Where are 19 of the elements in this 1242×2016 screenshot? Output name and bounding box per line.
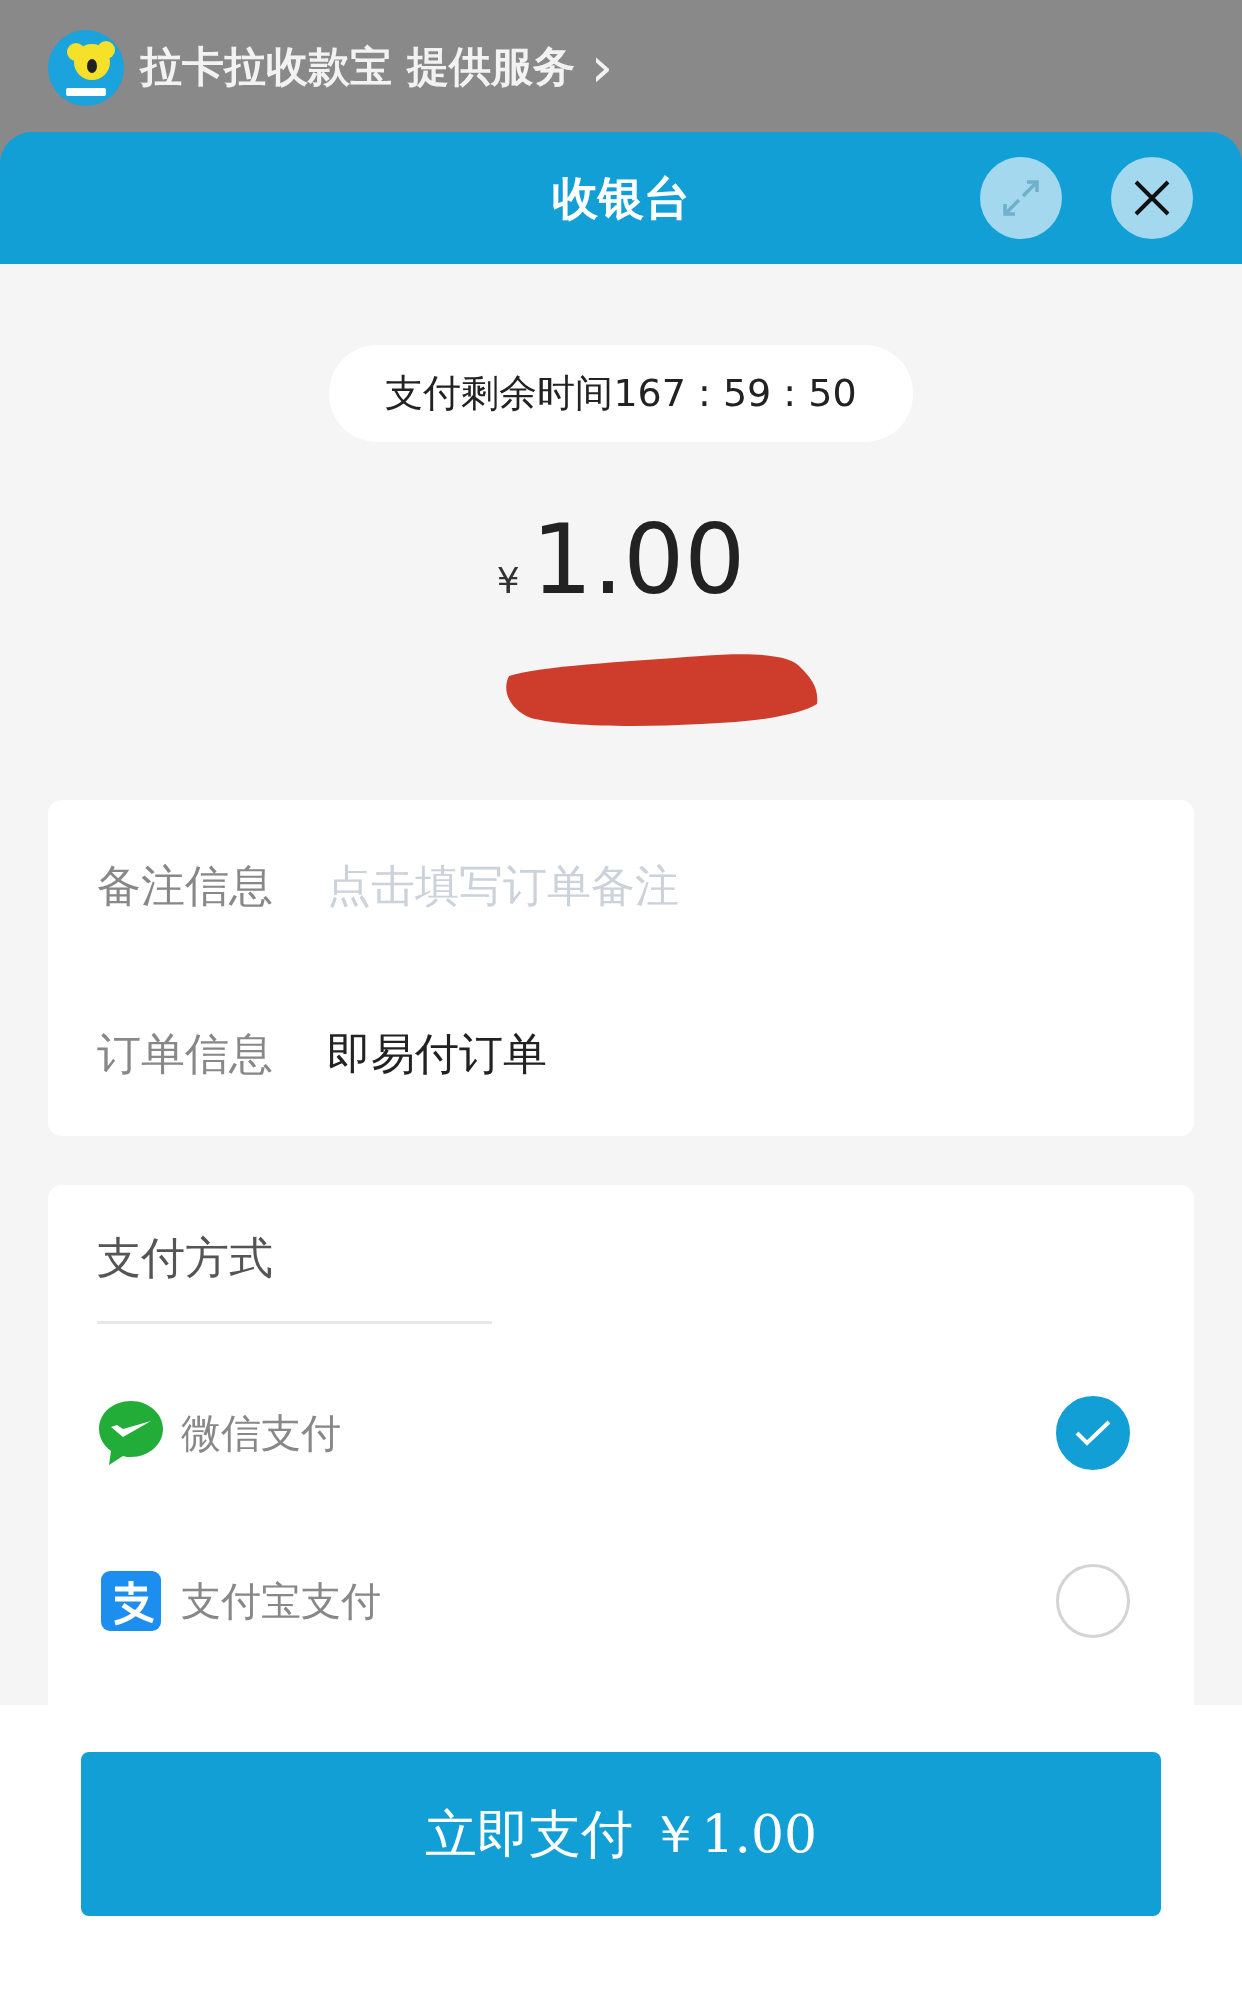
payment-method-name: 微信支付 [181,1409,342,1458]
alipay-icon [101,1571,161,1631]
close-icon [1132,178,1172,218]
currency-symbol: ¥ [496,559,520,603]
header-title: 收银台 [552,169,690,227]
logo-icon [48,30,124,106]
pay-button[interactable]: 立即支付 ￥1.00 [81,1752,1161,1916]
chevron-icon[interactable]: › [590,30,614,104]
field-label: 订单信息 [97,1027,274,1081]
countdown-timer: 支付剩余时间167 : 59 : 50 [329,345,913,442]
chat-bubble-check-icon [97,1399,165,1467]
amount-value: 1.00 [531,512,746,608]
payment-method-name: 支付宝支付 [181,1577,382,1626]
expand-icon [1001,178,1041,218]
check-icon [1074,1418,1112,1448]
provider-text[interactable]: 拉卡拉收款宝 提供服务 [140,30,575,104]
field-label: 备注信息 [97,859,274,913]
section-title: 支付方式 [97,1231,274,1285]
field-value: 即易付订单 [327,1027,547,1081]
